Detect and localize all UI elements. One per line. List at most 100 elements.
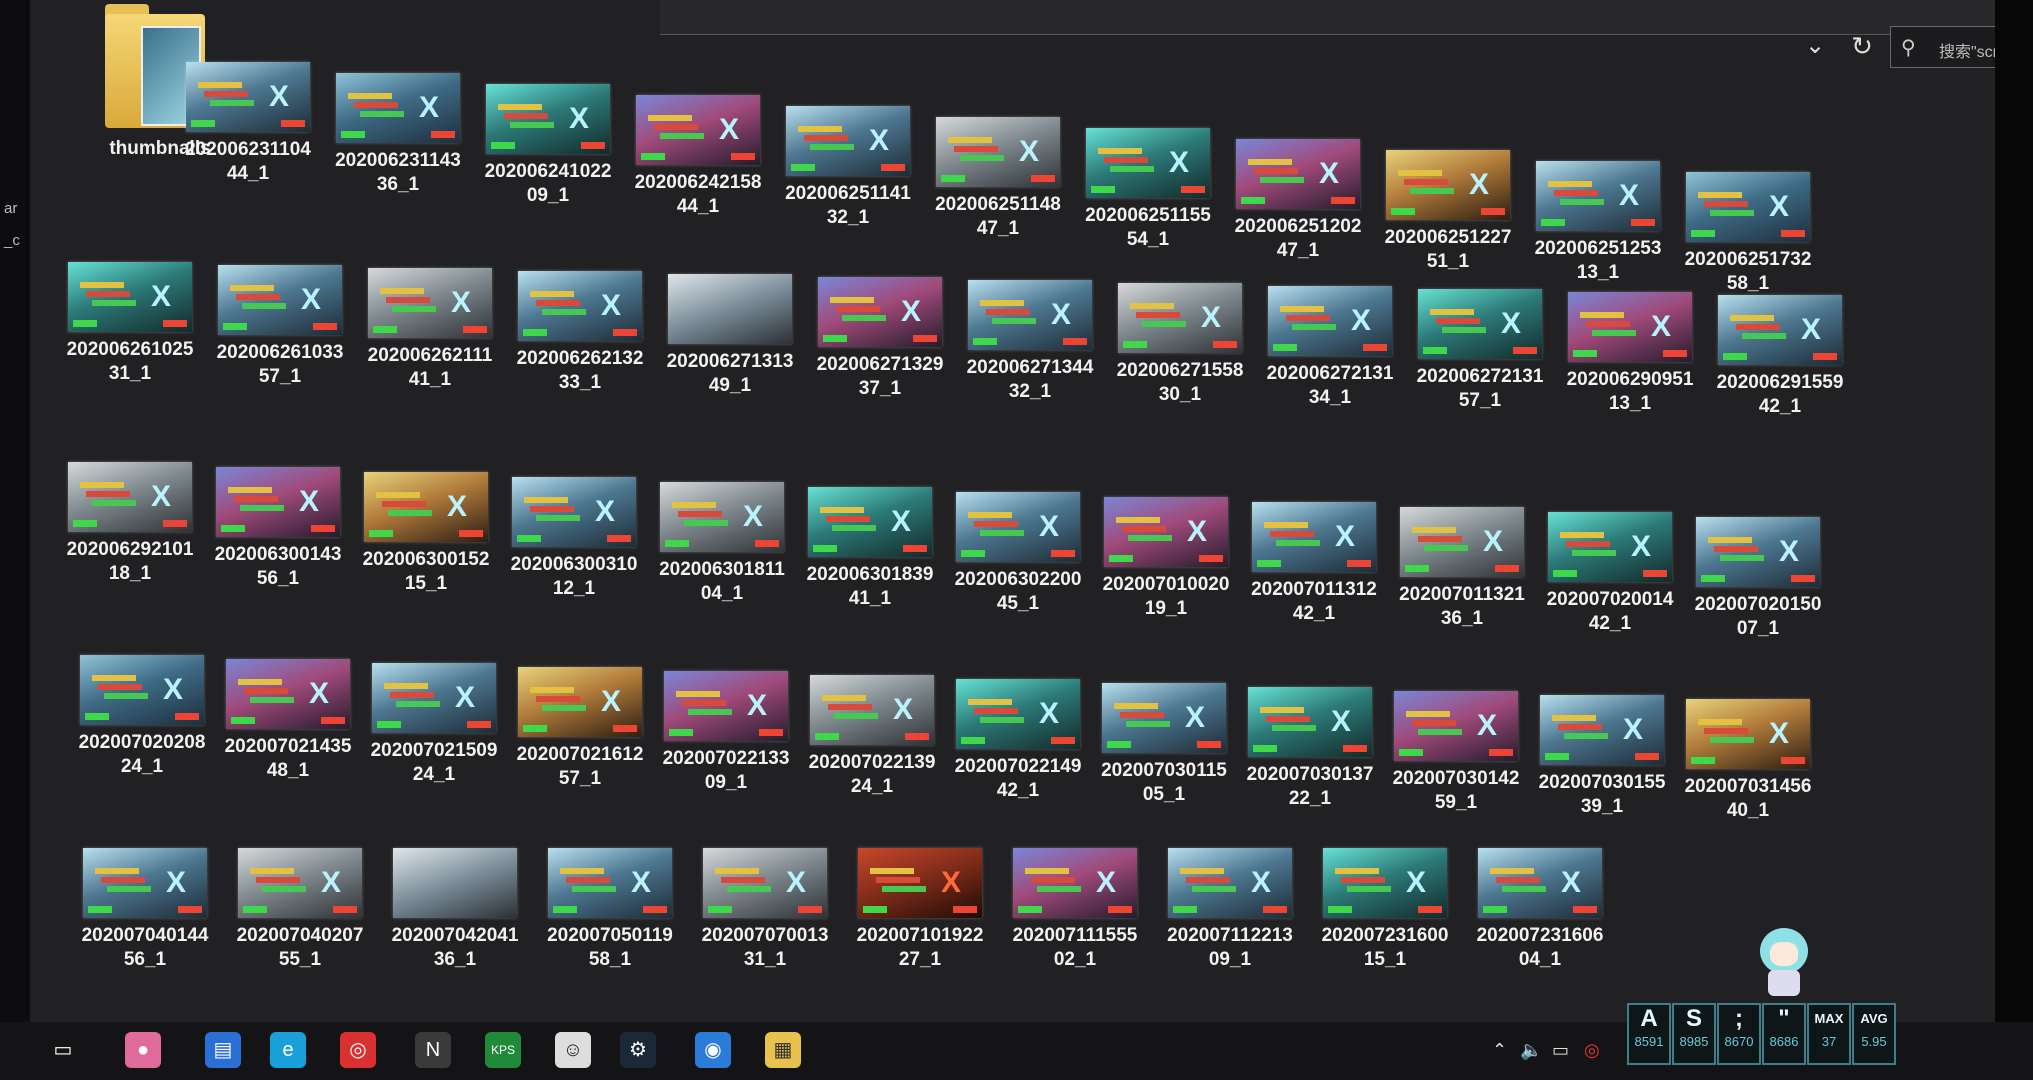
file-item[interactable]: X 202006301839 41_1 [785,487,955,611]
file-item[interactable]: X 202006290951 13_1 [1545,292,1715,416]
file-explorer-icon[interactable]: ▤ [205,1032,241,1068]
file-item[interactable]: X 202006291559 42_1 [1695,295,1865,419]
file-item[interactable]: X 202007030115 05_1 [1079,683,1249,807]
file-item[interactable]: X 202007231600 15_1 [1300,848,1470,972]
file-item[interactable]: X 202007030137 22_1 [1225,687,1395,811]
task-view-icon[interactable]: ▭ [45,1032,81,1068]
file-name-line: 57_1 [258,366,302,387]
file-item[interactable]: X 202007020014 42_1 [1525,512,1695,636]
file-name-line: 40_1 [1726,800,1770,821]
file-name-line: 202006262111 [367,345,493,366]
file-name-line: 33_1 [558,372,602,393]
file-item[interactable]: X 202006261033 57_1 [195,265,365,389]
file-item[interactable]: X 202006271344 32_1 [945,280,1115,404]
search-input[interactable]: ⚲ 搜索"scr... [1890,26,1995,68]
file-item[interactable]: X 202006251202 47_1 [1213,139,1383,263]
file-item[interactable]: X 202007030142 59_1 [1371,691,1541,815]
file-item[interactable]: X 202007101922 27_1 [835,848,1005,972]
file-item[interactable]: X 202006302200 45_1 [933,492,1103,616]
notion-icon[interactable]: N [415,1032,451,1068]
file-item[interactable]: X 202007231606 04_1 [1455,848,1625,972]
chevron-down-icon[interactable]: ⌄ [1795,28,1835,64]
file-name-line: 202007020150 [1694,594,1822,615]
file-item[interactable]: X 202006292101 18_1 [45,462,215,586]
wps-icon[interactable]: KPS [485,1032,521,1068]
file-item[interactable]: X 202006231104 44_1 [163,62,333,186]
file-name-line: 54_1 [1126,229,1170,250]
file-item[interactable]: X 202007031456 40_1 [1663,699,1833,823]
file-item[interactable]: X 202006300310 12_1 [489,477,659,601]
file-item[interactable]: X 202006301811 04_1 [637,482,807,606]
file-name: 202007111555 02_1 [990,924,1160,972]
file-name-line: 57_1 [1458,390,1502,411]
file-item[interactable]: X 202006251155 54_1 [1063,128,1233,252]
file-name-line: 56_1 [256,568,300,589]
thumbnail-image: X [1236,139,1360,209]
file-item[interactable]: X 202006271313 49_1 [645,274,815,398]
file-item[interactable]: X 202007040207 55_1 [215,848,385,972]
desktop-mascot[interactable] [1752,928,1816,998]
thumbnail-image: X [226,659,350,729]
file-item[interactable]: X 202006251148 47_1 [913,117,1083,241]
file-item[interactable]: X 202006262111 41_1 [345,268,515,392]
battery-icon[interactable]: ▭ [1552,1040,1569,1061]
app-icon[interactable]: ● [125,1032,161,1068]
file-item[interactable]: X 202006241022 09_1 [463,84,633,208]
speaker-icon[interactable]: 🔈 [1520,1040,1542,1061]
file-item[interactable]: X 202006300143 56_1 [193,467,363,591]
file-name-line: 202006231104 [185,139,311,160]
file-name-line: 202007011312 [1251,579,1377,600]
file-item[interactable]: X 202007020208 24_1 [57,655,227,779]
file-item[interactable]: X 202006271558 30_1 [1095,283,1265,407]
file-item[interactable]: X 202006300152 15_1 [341,472,511,596]
navigation-pane[interactable]: ar _c [0,0,30,1022]
file-name-line: 24_1 [120,756,164,777]
steam-icon[interactable]: ⚙ [620,1032,656,1068]
file-item[interactable]: X 202006262132 33_1 [495,271,665,395]
file-item[interactable]: X 202007030155 39_1 [1517,695,1687,819]
file-item[interactable]: X 202006242158 44_1 [613,95,783,219]
edge-icon[interactable]: e [270,1032,306,1068]
file-item[interactable]: X 202007022149 42_1 [933,679,1103,803]
thumbnail-image: X [218,265,342,335]
file-name: 202007020150 07_1 [1673,593,1843,641]
file-name-line: 09_1 [704,772,748,793]
file-item[interactable]: X 202006272131 34_1 [1245,286,1415,410]
netease-music-icon[interactable]: ◎ [340,1032,376,1068]
file-name-line: 202006300152 [362,549,490,570]
file-item[interactable]: X 202007021612 57_1 [495,667,665,791]
file-item[interactable]: X 202007021509 24_1 [349,663,519,787]
file-item[interactable]: X 202007010020 19_1 [1081,497,1251,621]
file-item[interactable]: X 202006251141 32_1 [763,106,933,230]
app-icon[interactable]: ◉ [695,1032,731,1068]
file-name: 202006251227 51_1 [1363,226,1533,274]
file-item[interactable]: X 202006261025 31_1 [45,262,215,386]
file-item[interactable]: X 202007011312 42_1 [1229,502,1399,626]
folder-icon[interactable]: ▦ [765,1032,801,1068]
key-counter: S 8985 [1672,1003,1716,1065]
file-item[interactable]: X 202007070013 31_1 [680,848,850,972]
file-item[interactable]: X 202007112213 09_1 [1145,848,1315,972]
file-item[interactable]: X 202006251227 51_1 [1363,150,1533,274]
file-item[interactable]: X 202007111555 02_1 [990,848,1160,972]
refresh-icon[interactable]: ↻ [1840,28,1884,64]
file-item[interactable]: X 202007022133 09_1 [641,671,811,795]
file-item[interactable]: X 202006251253 13_1 [1513,161,1683,285]
file-item[interactable]: X 202007020150 07_1 [1673,517,1843,641]
file-name: 202007070013 31_1 [680,924,850,972]
file-item[interactable]: X 202006231143 36_1 [313,73,483,197]
file-item[interactable]: X 202007022139 24_1 [787,675,957,799]
file-item[interactable]: X 202006251732 58_1 [1663,172,1833,296]
file-item[interactable]: X 202006272131 57_1 [1395,289,1565,413]
file-item[interactable]: X 202007021435 48_1 [203,659,373,783]
file-item[interactable]: X 202006271329 37_1 [795,277,965,401]
file-name-line: 202006292101 [66,539,194,560]
file-item[interactable]: X 202007050119 58_1 [525,848,695,972]
netease-tray-icon[interactable]: ◎ [1584,1040,1600,1061]
file-name: 202006272131 57_1 [1395,365,1565,413]
chevron-up-icon[interactable]: ⌃ [1492,1040,1507,1061]
file-item[interactable]: X 202007042041 36_1 [370,848,540,972]
file-item[interactable]: X 202007040144 56_1 [60,848,230,972]
file-item[interactable]: X 202007011321 36_1 [1377,507,1547,631]
game-app-icon[interactable]: ☺ [555,1032,591,1068]
